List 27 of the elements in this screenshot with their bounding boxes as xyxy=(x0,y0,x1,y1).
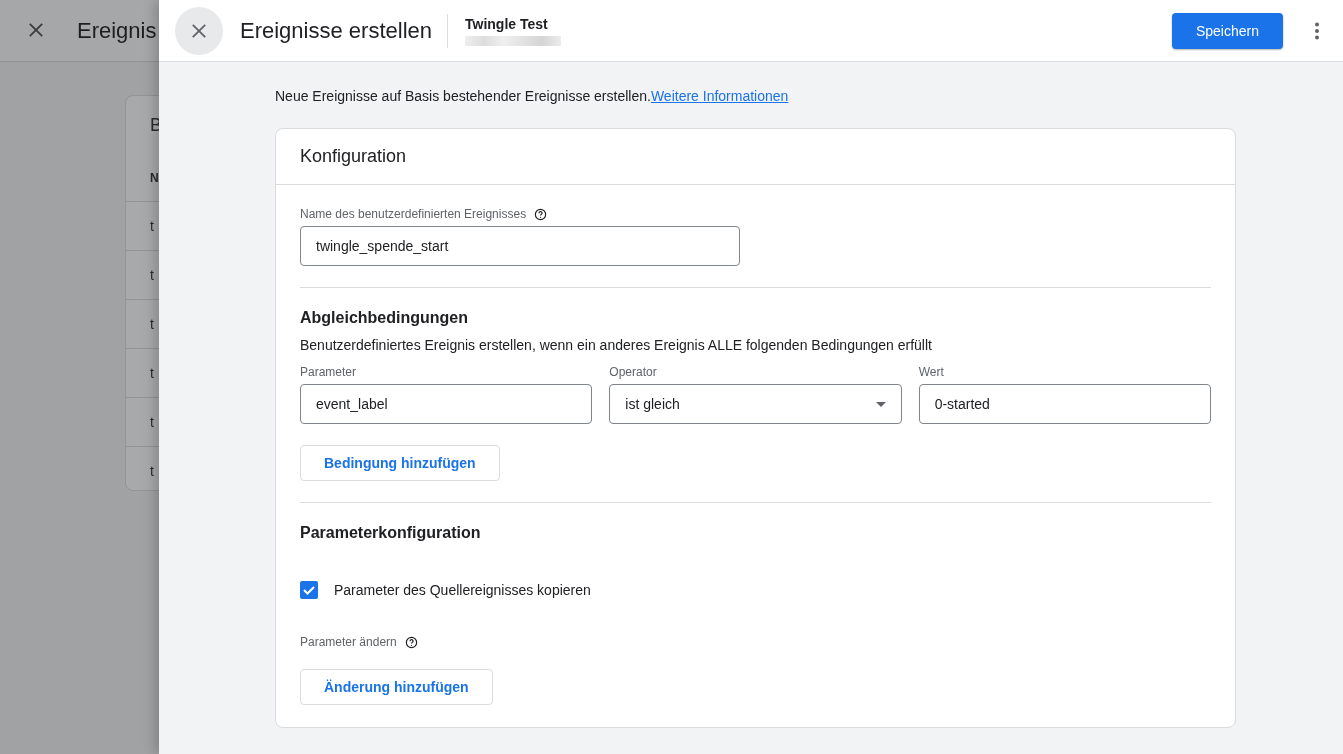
add-condition-button[interactable]: Bedingung hinzufügen xyxy=(300,445,500,481)
save-button[interactable]: Speichern xyxy=(1171,12,1283,49)
input-field[interactable]: 0-started xyxy=(918,384,1211,424)
property-name: Twingle Test xyxy=(465,15,549,32)
checkbox-label: Parameter des Quellereignisses kopieren xyxy=(334,582,591,598)
help-icon[interactable] xyxy=(534,207,548,221)
more-info-link[interactable]: Weitere Informationen xyxy=(650,88,789,104)
intro-text: Neue Ereignisse auf Basis bestehender Ereignisse erstellen.Weitere Informationen xyxy=(275,88,790,104)
add-change-button[interactable]: Änderung hinzufügen xyxy=(300,669,493,705)
field-label: Operator xyxy=(609,365,657,379)
check-icon xyxy=(302,583,316,597)
table-cell-text: t xyxy=(149,462,155,481)
input-field[interactable]: twingle_spende_start xyxy=(300,226,740,266)
card-title: Konfiguration xyxy=(276,129,1235,185)
close-icon[interactable] xyxy=(28,21,44,38)
operator-dropdown[interactable]: ist gleich xyxy=(609,384,902,424)
field-label: Parameter ändern xyxy=(300,635,397,649)
close-icon[interactable] xyxy=(191,22,207,39)
page-title: Ereignis xyxy=(77,17,157,44)
help-icon[interactable] xyxy=(404,635,418,649)
input-field[interactable]: event_label xyxy=(300,384,593,424)
caret-icon xyxy=(875,401,886,407)
checkbox[interactable] xyxy=(300,581,318,599)
close-button[interactable] xyxy=(175,6,223,55)
section-heading: Parameterkonfiguration xyxy=(300,524,482,542)
field-label: Wert xyxy=(918,365,944,379)
panel-title: Ereignisse erstellen xyxy=(240,17,432,44)
